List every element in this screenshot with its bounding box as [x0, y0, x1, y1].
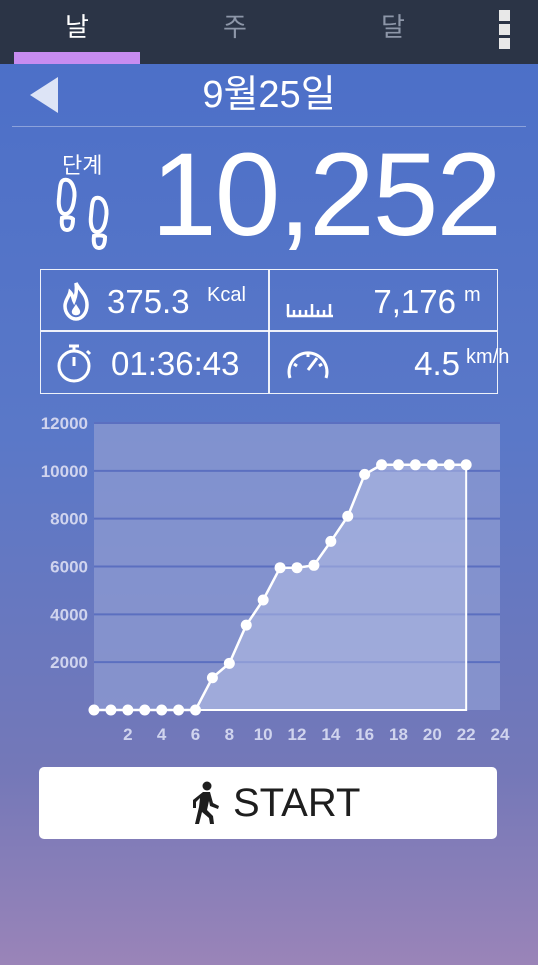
footprints-icon	[56, 177, 109, 251]
chart-point	[105, 704, 117, 716]
x-tick-label: 10	[254, 725, 273, 744]
flame-icon	[63, 282, 89, 321]
tab-bar: 날 주 달	[0, 0, 538, 64]
x-tick-label: 20	[423, 725, 442, 744]
chart-point	[443, 459, 455, 471]
x-tick-label: 18	[389, 725, 408, 744]
y-tick-label: 4000	[50, 605, 88, 624]
calories-unit: Kcal	[207, 284, 246, 306]
speedometer-icon	[287, 351, 329, 379]
tab-week[interactable]: 주	[172, 0, 298, 64]
x-tick-label: 22	[457, 725, 476, 744]
chart-point	[206, 672, 218, 684]
ruler-icon	[286, 304, 333, 318]
x-tick-label: 6	[191, 725, 200, 744]
x-tick-label: 24	[491, 725, 510, 744]
chart-point	[393, 459, 404, 471]
chart-point	[426, 459, 438, 471]
calories-value: 375.3	[107, 283, 190, 320]
header-divider	[12, 126, 526, 127]
start-button-label: START	[233, 781, 361, 825]
chart-point	[342, 510, 354, 522]
page-title: 9월25일	[202, 74, 336, 116]
x-tick-label: 12	[288, 725, 307, 744]
chart-point	[291, 562, 303, 574]
x-tick-label: 4	[157, 725, 167, 744]
steps-chart: 200040006000800010000120002 4 6 8 10 12 14 16 18…	[41, 414, 510, 744]
y-tick-label: 2000	[50, 653, 88, 672]
start-button[interactable]: START	[39, 767, 497, 839]
speed-value: 4.5	[414, 345, 460, 382]
speed-stat: 4.5 km/h	[270, 332, 509, 392]
y-tick-label: 6000	[50, 558, 88, 577]
duration-stat: 01:36:43	[41, 332, 268, 392]
chart-point	[156, 704, 168, 716]
y-tick-label: 10000	[41, 462, 88, 481]
chart-point	[274, 562, 286, 574]
x-tick-label: 8	[225, 725, 234, 744]
distance-value: 7,176	[373, 283, 456, 320]
distance-unit: m	[464, 284, 481, 306]
walking-person-icon	[193, 781, 219, 824]
y-tick-label: 12000	[41, 414, 88, 433]
chart-point	[325, 535, 337, 547]
chart-point	[139, 704, 151, 716]
steps-count: 10,252	[151, 129, 502, 261]
overflow-menu-icon[interactable]	[496, 10, 512, 50]
chart-point	[359, 468, 371, 480]
chart-point	[190, 704, 201, 716]
x-tick-label: 2	[123, 725, 132, 744]
chart-point	[409, 459, 421, 471]
x-tick-label: 16	[355, 725, 374, 744]
chart-point	[223, 657, 235, 669]
chart-point	[88, 704, 100, 716]
chart-point	[240, 619, 252, 631]
chart-point	[173, 704, 185, 716]
speed-unit: km/h	[466, 346, 510, 368]
date-header: 9월25일	[0, 64, 538, 126]
distance-stat: 7,176 m	[270, 270, 497, 330]
calories-stat: 375.3 Kcal	[41, 270, 268, 330]
chart-point	[122, 704, 134, 716]
active-tab-indicator	[14, 52, 140, 64]
chart-point	[460, 459, 472, 471]
chart-point	[308, 559, 320, 571]
chart-point	[257, 594, 269, 606]
duration-value: 01:36:43	[111, 345, 240, 382]
stats-grid: 375.3 Kcal 7,176 m 01:36:43 4.5 km/h	[40, 269, 509, 394]
y-tick-label: 8000	[50, 510, 88, 529]
chart-point	[376, 459, 388, 471]
x-tick-label: 14	[321, 725, 340, 744]
stopwatch-icon	[57, 344, 92, 383]
tab-month[interactable]: 달	[330, 0, 456, 64]
